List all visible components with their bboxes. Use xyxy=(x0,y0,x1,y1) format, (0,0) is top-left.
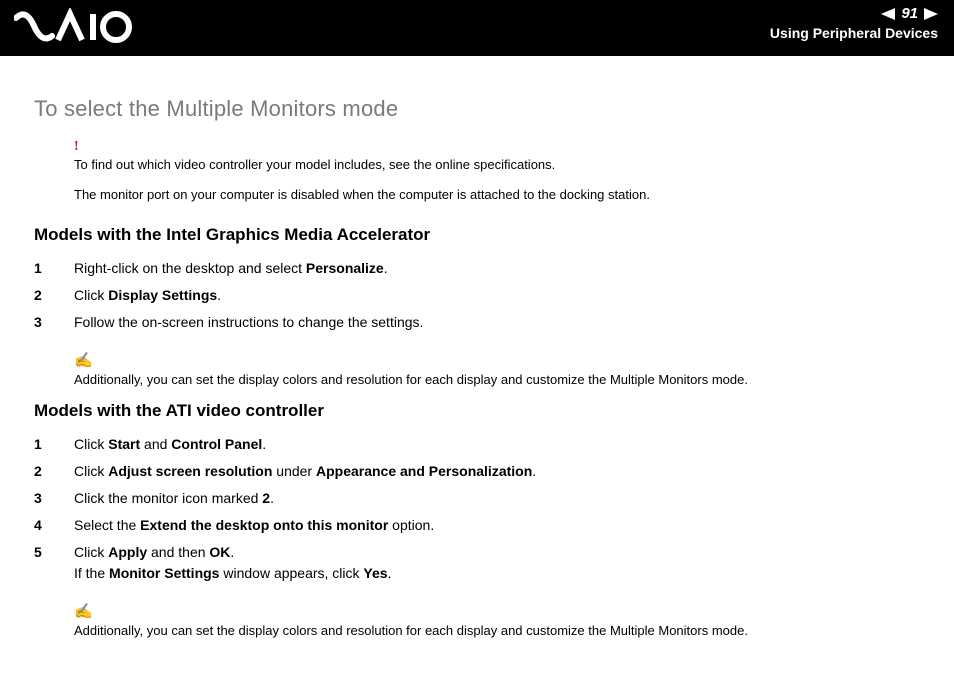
warning-icon: ! xyxy=(74,140,920,154)
list-item: Click Start and Control Panel. xyxy=(34,431,920,458)
info-line: The monitor port on your computer is dis… xyxy=(74,186,920,204)
list-item: Right-click on the desktop and select Pe… xyxy=(34,255,920,282)
page-number: 91 xyxy=(901,6,918,21)
section-title: Using Peripheral Devices xyxy=(770,25,938,41)
tip-text: Additionally, you can set the display co… xyxy=(74,372,748,387)
tip-icon: ✍ xyxy=(74,354,920,369)
tip-text: Additionally, you can set the display co… xyxy=(74,623,748,638)
ati-heading: Models with the ATI video controller xyxy=(34,401,920,421)
list-item: Click Apply and then OK. If the Monitor … xyxy=(34,539,920,587)
list-item: Click the monitor icon marked 2. xyxy=(34,485,920,512)
page-content: To select the Multiple Monitors mode ! T… xyxy=(0,56,954,639)
ati-tip: ✍ Additionally, you can set the display … xyxy=(74,605,920,640)
warning-note: ! To find out which video controller you… xyxy=(74,140,920,174)
list-item: Select the Extend the desktop onto this … xyxy=(34,512,920,539)
list-item: Follow the on-screen instructions to cha… xyxy=(34,309,920,336)
intel-heading: Models with the Intel Graphics Media Acc… xyxy=(34,225,920,245)
ati-steps: Click Start and Control Panel. Click Adj… xyxy=(34,431,920,587)
intel-tip: ✍ Additionally, you can set the display … xyxy=(74,354,920,389)
list-item: Click Display Settings. xyxy=(34,282,920,309)
page-nav: 91 xyxy=(770,6,938,21)
page-header: 91 Using Peripheral Devices xyxy=(0,0,954,56)
vaio-logo-icon xyxy=(14,8,134,48)
warning-text: To find out which video controller your … xyxy=(74,157,555,172)
next-page-arrow-icon[interactable] xyxy=(924,8,938,20)
page-title: To select the Multiple Monitors mode xyxy=(34,96,920,122)
prev-page-arrow-icon[interactable] xyxy=(881,8,895,20)
list-item: Click Adjust screen resolution under App… xyxy=(34,458,920,485)
tip-icon: ✍ xyxy=(74,605,920,620)
intel-steps: Right-click on the desktop and select Pe… xyxy=(34,255,920,336)
